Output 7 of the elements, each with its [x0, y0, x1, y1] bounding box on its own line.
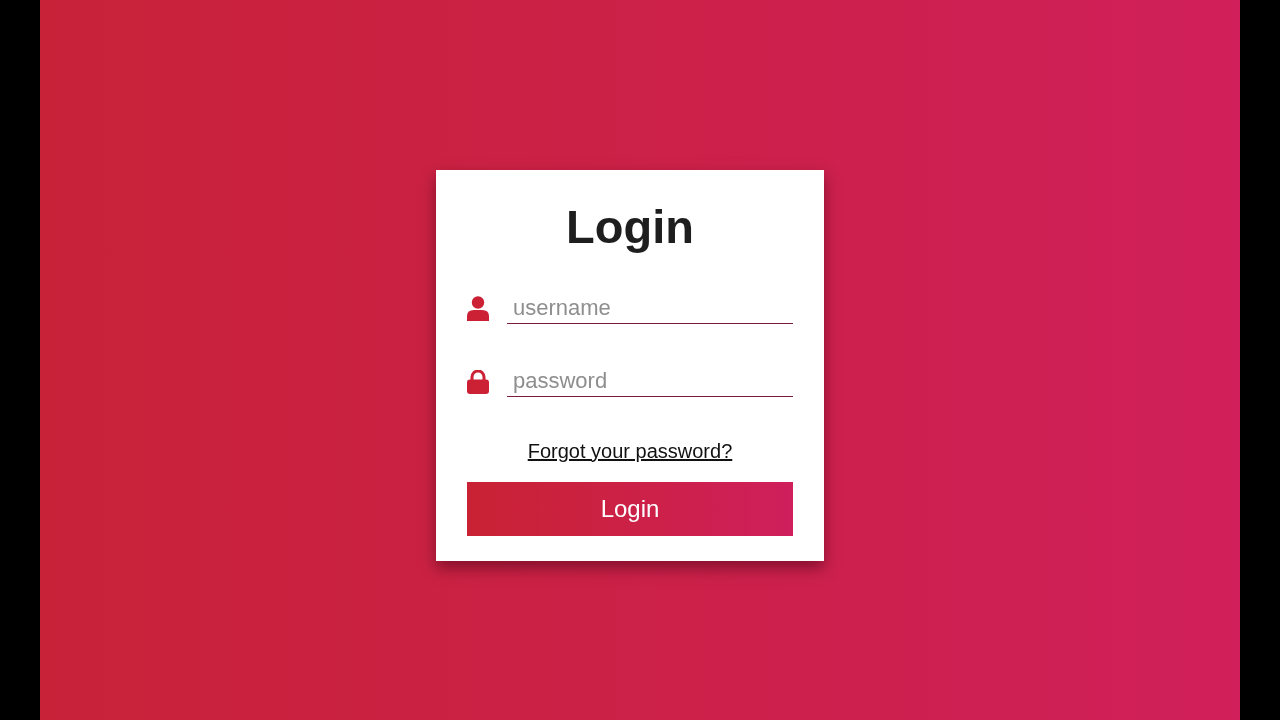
password-field[interactable]: password	[507, 366, 793, 397]
forgot-password-link[interactable]: Forgot your password?	[527, 439, 733, 463]
padlock-icon	[467, 369, 489, 394]
username-field[interactable]: username	[507, 293, 793, 324]
login-title: Login	[566, 202, 694, 252]
login-button[interactable]: Login	[467, 482, 793, 536]
person-icon	[467, 296, 489, 321]
